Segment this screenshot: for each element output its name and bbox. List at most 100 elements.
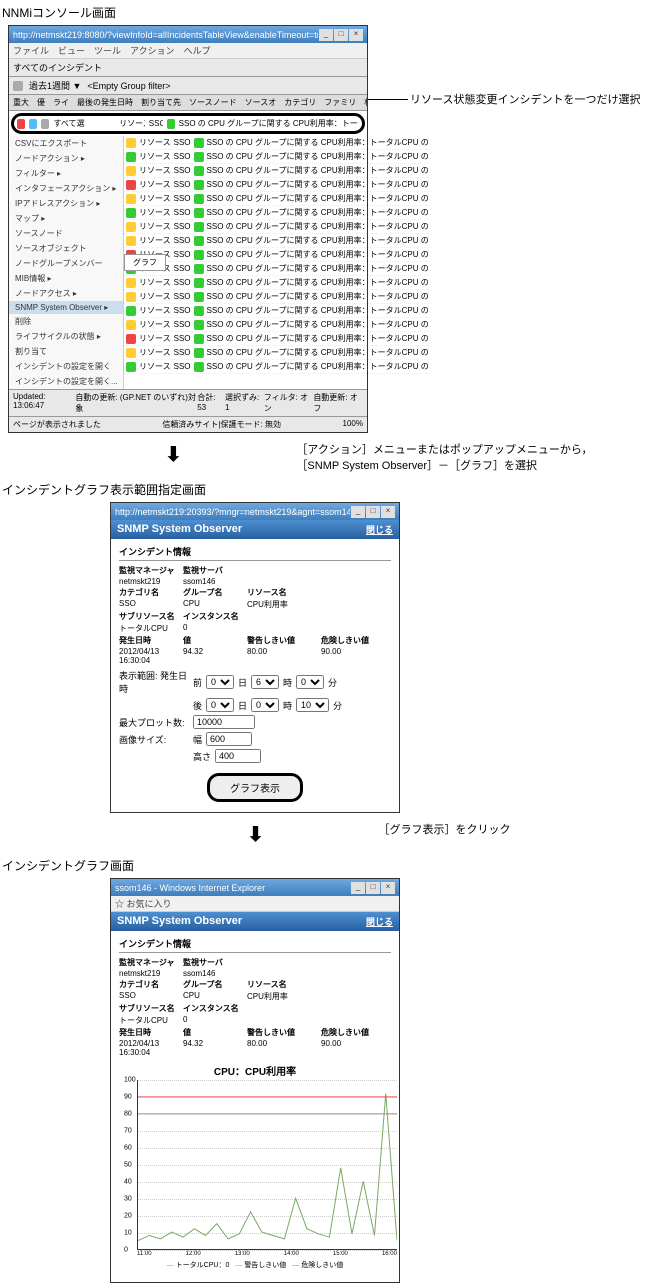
group-filter-dropdown[interactable]: <Empty Group filter>	[87, 81, 170, 91]
context-menu-area: CSVにエクスポート ノードアクション ▸ フィルター ▸ インタフェースアクシ…	[9, 136, 367, 389]
submenu-graph[interactable]: グラフ	[124, 254, 166, 271]
ie-fav-bar[interactable]: ☆ お気に入り	[111, 896, 399, 912]
menu-nodegroup[interactable]: ノードグループメンバー	[9, 256, 123, 271]
corr-icon	[194, 264, 204, 274]
severity-icon	[126, 334, 136, 344]
menu-source-node[interactable]: ソースノード	[9, 226, 123, 241]
incident-row[interactable]: リソースSSOSSO の CPU グループに関する CPU利用率：トータルCPU…	[124, 206, 431, 220]
max-plot-input[interactable]	[193, 715, 255, 729]
select-all-menu[interactable]: すべて選択	[53, 118, 85, 129]
graph-show-button[interactable]: グラフ表示	[207, 773, 303, 802]
menu-filter[interactable]: フィルター ▸	[9, 166, 123, 181]
severity-icon	[126, 362, 136, 372]
max-plot-row: 最大プロット数:	[119, 715, 391, 729]
incident-row[interactable]: リソースSSOSSO の CPU グループに関する CPU利用率：トータルCPU…	[124, 136, 431, 150]
nnmi-console-window: http://netmskt219:8080/?viewInfoId=allIn…	[8, 25, 368, 433]
incident-row[interactable]: リソースSSOSSO の CPU グループに関する CPU利用率：トータルCPU…	[124, 192, 431, 206]
menu-csv-export[interactable]: CSVにエクスポート	[9, 136, 123, 151]
auto-exec-text: 自動の更新: (GP.NET のいずれ)対象	[75, 392, 197, 414]
corr-icon	[194, 250, 204, 260]
severity-icon	[126, 194, 136, 204]
context-menu[interactable]: CSVにエクスポート ノードアクション ▸ フィルター ▸ インタフェースアクシ…	[9, 136, 124, 389]
assign-icon	[41, 119, 49, 129]
severity-icon	[126, 222, 136, 232]
incident-info-table: 監視マネージャ監視サーバ netmskt219ssom146 カテゴリ名グループ…	[119, 565, 391, 665]
menu-mib[interactable]: MIB情報 ▸	[9, 271, 123, 286]
severity-icon	[126, 320, 136, 330]
chart-legend: トータルCPU：0警告しきい値危険しきい値	[123, 1260, 387, 1270]
menu-delete[interactable]: 削除	[9, 314, 123, 329]
incident-row[interactable]: リソースSSOSSO の CPU グループに関する CPU利用率：トータルCPU…	[124, 360, 431, 374]
close-link[interactable]: 閉じる	[366, 523, 393, 536]
range-before-row: 表示範囲: 発生日時 前 0日 6時 0分	[119, 669, 391, 695]
incident-row[interactable]: リソースSSOSSO の CPU グループに関する CPU利用率：トータルCPU…	[124, 248, 431, 262]
menu-source-object[interactable]: ソースオブジェクト	[9, 241, 123, 256]
snmp-app-title: SNMP System Observer 閉じる	[111, 520, 399, 539]
after-hour[interactable]: 0	[251, 698, 279, 712]
menu-incident-config[interactable]: インシデントの設定を開く	[9, 359, 123, 374]
severity-icon	[126, 278, 136, 288]
annotation-2: ［アクション］メニューまたはポップアップメニューから， ［SNMP System…	[296, 441, 592, 473]
severity-icon	[126, 292, 136, 302]
ie-statusbar: ページが表示されました 信頼済みサイト|保護モード: 無効 100%	[9, 416, 367, 432]
width-input[interactable]	[206, 732, 252, 746]
before-label: 前	[193, 676, 202, 689]
graph-ie-title: ssom146 - Windows Internet Explorer	[115, 883, 350, 893]
menu-node-access[interactable]: ノードアクセス ▸	[9, 286, 123, 301]
menu-map[interactable]: マップ ▸	[9, 211, 123, 226]
incident-row[interactable]: リソースSSOSSO の CPU グループに関する CPU利用率：トータルCPU…	[124, 332, 431, 346]
corr-icon	[194, 236, 204, 246]
after-min[interactable]: 10	[296, 698, 329, 712]
incident-row[interactable]: リソースSSOSSO の CPU グループに関する CPU利用率：トータルCPU…	[124, 164, 431, 178]
menu-lifecycle[interactable]: ライフサイクルの状態 ▸	[9, 329, 123, 344]
autorefresh-text: 自動更新: オフ	[313, 392, 363, 414]
sso-cell: SSO	[149, 119, 163, 128]
snmp-ie-title: http://netmskt219:20393/?mngr=netmskt219…	[115, 507, 350, 517]
close-link[interactable]: 閉じる	[366, 915, 393, 928]
menu-assign[interactable]: 割り当て	[9, 344, 123, 359]
incident-row[interactable]: リソースSSOSSO の CPU グループに関する CPU利用率：トータルCPU…	[124, 290, 431, 304]
chart-area: CPU：CPU利用率 0102030405060708090100 11:001…	[123, 1063, 387, 1270]
menu-incident-config2[interactable]: インシデントの設定を開く...	[9, 374, 123, 389]
period-dropdown[interactable]: 過去1週間 ▼	[29, 79, 81, 92]
selected-incident-row[interactable]: すべて選択 リソース SSO SSO の CPU グループに関する CPU利用率…	[14, 116, 362, 131]
corr-icon	[194, 138, 204, 148]
corr-icon	[194, 334, 204, 344]
incident-row[interactable]: リソースSSOSSO の CPU グループに関する CPU利用率：トータルCPU…	[124, 304, 431, 318]
menu-snmp-observer[interactable]: SNMP System Observer ▸	[9, 301, 123, 314]
refresh-icon[interactable]	[13, 81, 23, 91]
corr-icon	[194, 292, 204, 302]
window-buttons[interactable]: _□×	[350, 881, 395, 894]
window-buttons[interactable]: _□×	[318, 28, 363, 41]
nnmi-menubar[interactable]: ファイル ビュー ツール アクション ヘルプ	[9, 43, 367, 59]
before-day[interactable]: 0	[206, 675, 234, 689]
menu-node-action[interactable]: ノードアクション ▸	[9, 151, 123, 166]
incident-row[interactable]: リソースSSOSSO の CPU グループに関する CPU利用率：トータルCPU…	[124, 262, 431, 276]
menu-if-action[interactable]: インタフェースアクション ▸	[9, 181, 123, 196]
before-min[interactable]: 0	[296, 675, 324, 689]
corr-icon	[194, 152, 204, 162]
x-ticks: 11:0012:0013:0014:0015:0016:00	[137, 1251, 397, 1257]
after-day[interactable]: 0	[206, 698, 234, 712]
incident-row[interactable]: リソースSSOSSO の CPU グループに関する CPU利用率：トータルCPU…	[124, 178, 431, 192]
incident-row[interactable]: リソースSSOSSO の CPU グループに関する CPU利用率：トータルCPU…	[124, 234, 431, 248]
menu-ip-action[interactable]: IPアドレスアクション ▸	[9, 196, 123, 211]
image-height-row: 高さ	[119, 749, 391, 763]
callout-line-1	[368, 99, 408, 100]
nnmi-tab[interactable]: すべてのインシデント	[9, 59, 367, 77]
incident-row[interactable]: リソースSSOSSO の CPU グループに関する CPU利用率：トータルCPU…	[124, 346, 431, 360]
nnmi-toolbar[interactable]: 過去1週間 ▼ <Empty Group filter>	[9, 77, 367, 95]
corr-icon	[194, 180, 204, 190]
corr-icon	[194, 222, 204, 232]
before-hour[interactable]: 6	[251, 675, 279, 689]
incident-row[interactable]: リソースSSOSSO の CPU グループに関する CPU利用率：トータルCPU…	[124, 220, 431, 234]
ie-titlebar: http://netmskt219:8080/?viewInfoId=allIn…	[9, 26, 367, 43]
incident-row[interactable]: リソースSSOSSO の CPU グループに関する CPU利用率：トータルCPU…	[124, 276, 431, 290]
incident-rows: リソースSSOSSO の CPU グループに関する CPU利用率：トータルCPU…	[124, 136, 431, 389]
severity-icon	[126, 208, 136, 218]
severity-icon	[17, 119, 25, 129]
height-input[interactable]	[215, 749, 261, 763]
incident-row[interactable]: リソースSSOSSO の CPU グループに関する CPU利用率：トータルCPU…	[124, 150, 431, 164]
window-buttons[interactable]: _□×	[350, 505, 395, 518]
incident-row[interactable]: リソースSSOSSO の CPU グループに関する CPU利用率：トータルCPU…	[124, 318, 431, 332]
